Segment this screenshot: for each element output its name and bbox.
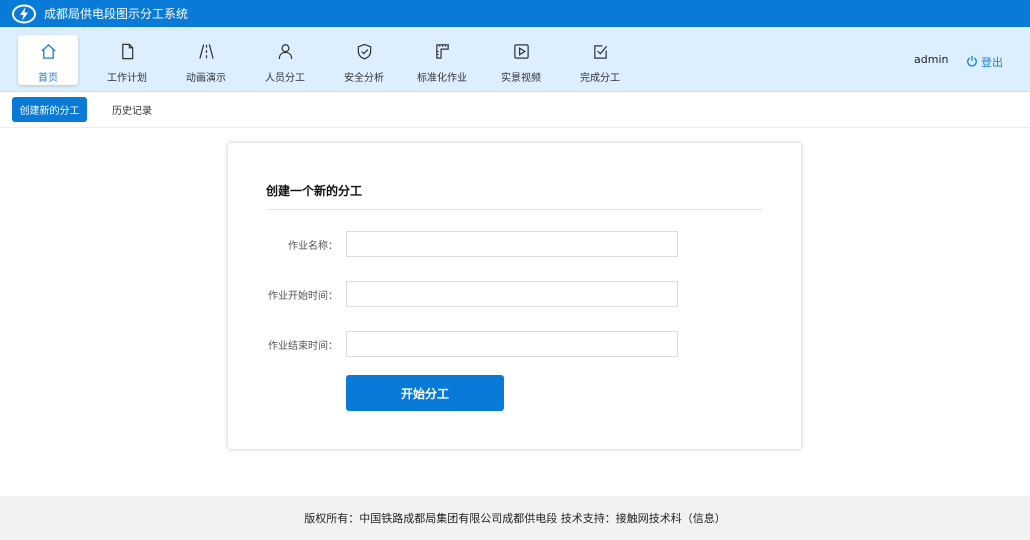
sub-tabs: 创建新的分工 历史记录 bbox=[0, 92, 1030, 128]
end-time-label: 作业结束时间： bbox=[268, 341, 338, 352]
title-bar: 成都局供电段图示分工系统 bbox=[0, 0, 1030, 27]
nav-label: 工作计划 bbox=[107, 73, 147, 84]
app-title: 成都局供电段图示分工系统 bbox=[44, 7, 189, 21]
title-divider bbox=[266, 209, 762, 210]
document-icon bbox=[119, 43, 136, 64]
nav-item-home[interactable]: 首页 bbox=[18, 35, 78, 85]
main-content: 创建一个新的分工 作业名称： 作业开始时间： 作业结束时间： 开始分工 bbox=[0, 128, 1030, 496]
nav-item-work-plan[interactable]: 工作计划 bbox=[97, 35, 157, 85]
current-user: admin bbox=[914, 53, 949, 66]
main-nav: 首页 工作计划 动画演示 人员分工 安全分析 标准化作业 实景视频 完成分工 a… bbox=[0, 27, 1030, 92]
nav-label: 首页 bbox=[38, 73, 58, 84]
nav-item-standard-work[interactable]: 标准化作业 bbox=[412, 35, 472, 85]
job-name-input[interactable] bbox=[346, 231, 678, 257]
nav-item-live-video[interactable]: 实景视频 bbox=[491, 35, 551, 85]
lightning-circle-icon bbox=[12, 4, 36, 24]
tab-create-assignment[interactable]: 创建新的分工 bbox=[12, 97, 87, 122]
person-icon bbox=[277, 43, 294, 64]
nav-label: 安全分析 bbox=[344, 73, 384, 84]
road-icon bbox=[198, 43, 215, 64]
nav-item-safety-analysis[interactable]: 安全分析 bbox=[334, 35, 394, 85]
shield-check-icon bbox=[356, 43, 373, 64]
checkbox-icon bbox=[592, 43, 609, 64]
power-icon bbox=[966, 52, 978, 71]
end-time-input[interactable] bbox=[346, 331, 678, 357]
start-time-input[interactable] bbox=[346, 281, 678, 307]
copyright-text: 版权所有：中国铁路成都局集团有限公司成都供电段 技术支持：接触网技术科（信息） bbox=[304, 512, 726, 525]
tab-history[interactable]: 历史记录 bbox=[104, 97, 160, 122]
footer: 版权所有：中国铁路成都局集团有限公司成都供电段 技术支持：接触网技术科（信息） bbox=[0, 496, 1030, 540]
nav-label: 人员分工 bbox=[265, 73, 305, 84]
form-title: 创建一个新的分工 bbox=[266, 184, 363, 198]
nav-label: 实景视频 bbox=[501, 73, 541, 84]
home-icon bbox=[40, 43, 57, 64]
logout-button[interactable]: 登出 bbox=[966, 52, 1003, 71]
ruler-icon bbox=[434, 43, 451, 64]
play-icon bbox=[513, 43, 530, 64]
nav-label: 动画演示 bbox=[186, 73, 226, 84]
logout-label: 登出 bbox=[981, 55, 1003, 69]
start-time-label: 作业开始时间： bbox=[268, 291, 338, 302]
start-assignment-button[interactable]: 开始分工 bbox=[346, 375, 504, 411]
nav-item-animation[interactable]: 动画演示 bbox=[176, 35, 236, 85]
create-assignment-card: 创建一个新的分工 作业名称： 作业开始时间： 作业结束时间： 开始分工 bbox=[227, 142, 802, 450]
nav-label: 完成分工 bbox=[580, 73, 620, 84]
nav-item-complete-assignment[interactable]: 完成分工 bbox=[570, 35, 630, 85]
nav-label: 标准化作业 bbox=[417, 73, 467, 84]
nav-item-staff-assignment[interactable]: 人员分工 bbox=[255, 35, 315, 85]
job-name-label: 作业名称： bbox=[288, 241, 338, 252]
